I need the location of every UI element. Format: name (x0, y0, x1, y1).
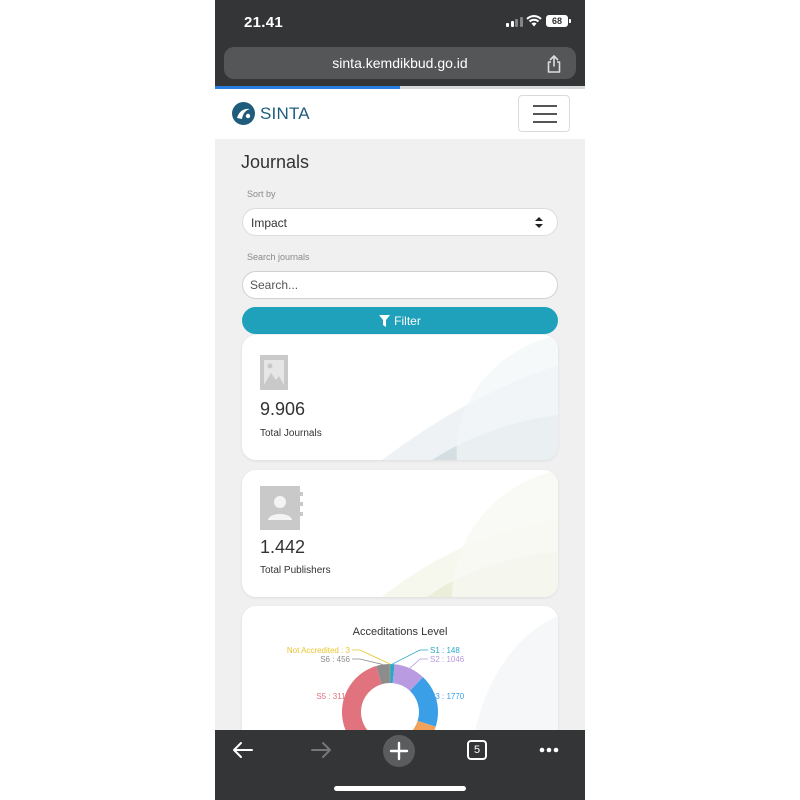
chart-data-label: S2 : 1046 (430, 655, 465, 664)
chart-data-label: Not Accredited : 3 (287, 646, 351, 655)
callout-line (392, 649, 428, 665)
filter-icon (379, 314, 391, 327)
hamburger-menu-button[interactable] (518, 95, 570, 132)
main-content: Journals Sort by Impact Search journals … (215, 139, 585, 730)
cellular-signal-icon (506, 17, 523, 27)
total-publishers-value: 1.442 (260, 537, 306, 557)
select-arrows-icon (535, 217, 543, 228)
accreditation-donut-chart: S1 : 148S2 : 1046 S3 : 1770 S5 : 3113 S6 : … (287, 646, 465, 730)
total-publishers-label: Total Publishers (260, 565, 331, 576)
total-journals-label: Total Journals (260, 428, 322, 439)
image-icon (260, 355, 288, 390)
wifi-icon (526, 15, 542, 27)
forward-arrow-icon[interactable] (310, 740, 332, 760)
address-bar[interactable]: sinta.kemdikbud.go.id (224, 47, 576, 79)
home-indicator (334, 786, 466, 791)
filter-button[interactable]: Filter (242, 307, 558, 334)
browser-address-area: sinta.kemdikbud.go.id (215, 40, 585, 86)
status-time: 21.41 (244, 14, 284, 31)
site-header: SINTA (215, 89, 585, 139)
accreditation-chart-card: Acceditations Level S1 : 148 S2 : 1046 S3 … (242, 606, 558, 730)
sort-select[interactable]: Impact (242, 208, 558, 236)
url-text: sinta.kemdikbud.go.id (332, 55, 468, 71)
new-tab-plus-icon[interactable] (383, 735, 415, 767)
search-label: Search journals (247, 252, 310, 262)
search-journals-input[interactable] (242, 271, 558, 299)
status-bar: 21.41 68 (215, 0, 585, 40)
card-background-wave (382, 335, 558, 460)
phone-screen: 21.41 68 sinta.kemdikbud.go.id SINTA Jou… (215, 0, 585, 800)
sort-label: Sort by (247, 189, 276, 199)
share-icon[interactable] (545, 54, 563, 74)
back-arrow-icon[interactable] (232, 740, 254, 760)
menu-icon-line (533, 105, 557, 107)
contact-book-icon (260, 486, 303, 530)
callout-line (352, 658, 384, 665)
browser-toolbar: 5 (215, 730, 585, 800)
more-options-icon[interactable] (539, 747, 559, 753)
sort-select-value: Impact (251, 216, 288, 230)
total-journals-value: 9.906 (260, 399, 306, 419)
page-title: Journals (241, 152, 310, 172)
tabs-count-button[interactable]: 5 (467, 740, 487, 760)
chart-data-label: S5 : 3113 (316, 692, 350, 701)
sinta-logo-icon[interactable] (231, 101, 256, 126)
menu-icon-line (533, 113, 557, 115)
chart-data-label: S1 : 148 (430, 646, 460, 655)
chart-data-label: S3 : 1770 (430, 692, 465, 701)
stat-card-journals: 9.906 Total Journals (242, 335, 558, 460)
stat-card-publishers: 1.442 Total Publishers (242, 470, 558, 597)
battery-icon: 68 (546, 15, 571, 27)
site-logo-text[interactable]: SINTA (260, 104, 310, 124)
chart-data-label: S6 : 456 (320, 655, 350, 664)
menu-icon-line (533, 121, 557, 123)
filter-button-label: Filter (394, 313, 421, 328)
callout-line (409, 658, 428, 669)
